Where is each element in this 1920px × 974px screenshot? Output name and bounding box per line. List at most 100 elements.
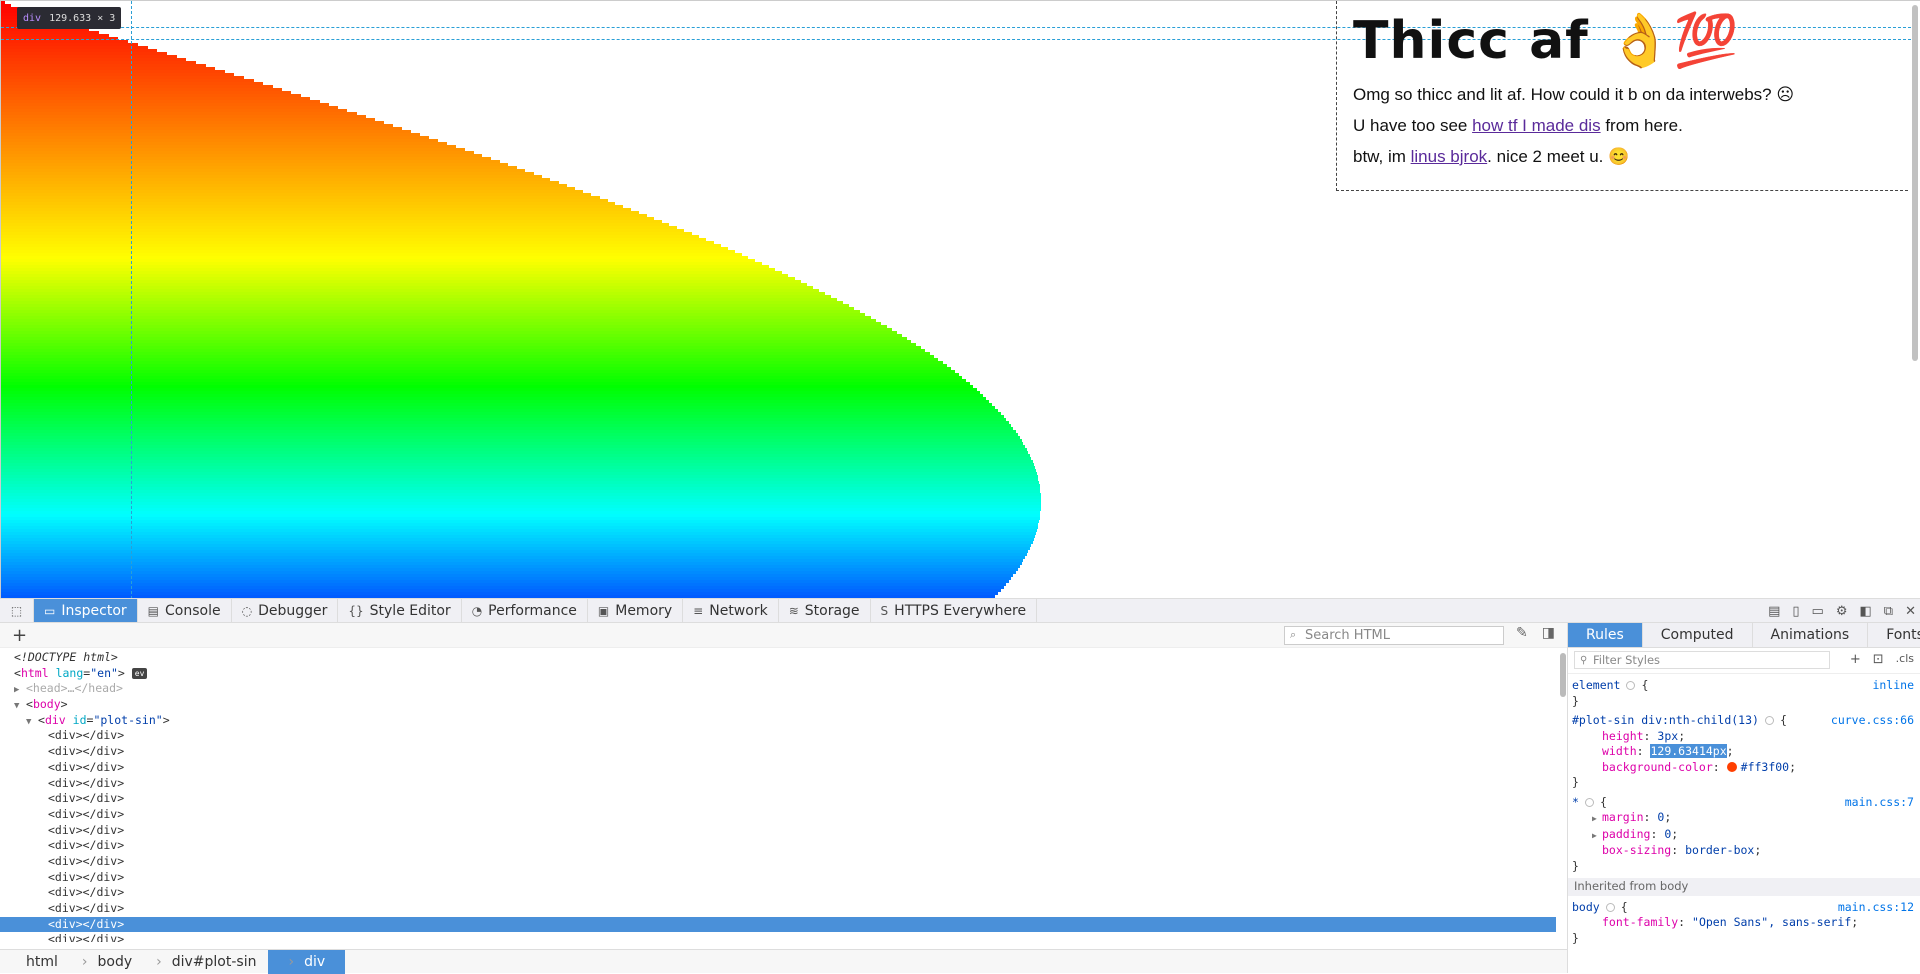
close-icon[interactable]: ✕ xyxy=(1905,604,1916,619)
add-node-icon[interactable]: + xyxy=(12,625,27,646)
tree-child-div[interactable]: <div></div> xyxy=(0,776,1556,792)
tab-memory[interactable]: ▣ Memory xyxy=(588,599,684,622)
tree-child-div[interactable]: <div></div> xyxy=(0,932,1556,942)
devtools-toolbar-right: ▤ ▯ ▭ ⚙ ◧ ⧉ ✕ xyxy=(1768,599,1916,623)
breadcrumb: htmlbodydiv#plot-sindiv xyxy=(0,949,1567,974)
sidebar-tab-animations[interactable]: Animations xyxy=(1753,623,1869,647)
frame-select-icon[interactable]: ▤ xyxy=(1768,604,1780,619)
tree-plot-sin[interactable]: ▼ <div id="plot-sin"> xyxy=(0,713,1556,729)
settings-icon[interactable]: ⚙ xyxy=(1836,604,1848,619)
tab-performance[interactable]: ◔ Performance xyxy=(462,599,588,622)
performance-icon: ◔ xyxy=(471,603,483,618)
devtools-tabbar: ⬚ ▭ Inspector ▤ Console ◌ Debugger{} Style Edi… xyxy=(0,599,1920,623)
picker-icon: ⬚ xyxy=(10,603,23,618)
tree-child-div[interactable]: <div></div> xyxy=(0,791,1556,807)
style-editor-icon: {} xyxy=(348,603,364,618)
node-infobar: div 129.633 × 3 xyxy=(17,7,122,29)
breadcrumb-item[interactable]: div#plot-sin xyxy=(144,950,268,974)
search-icon: ⌕ xyxy=(1290,628,1297,641)
tab-debugger[interactable]: ◌ Debugger xyxy=(232,599,339,622)
info-line-1: Omg so thicc and lit af. How could it b … xyxy=(1353,85,1795,104)
breadcrumb-item[interactable]: div xyxy=(268,949,346,974)
tab-https-everywhere[interactable]: S HTTPS Everywhere xyxy=(871,599,1038,622)
markup-pane: + ⌕ Search HTML ✎ ◨ <!DOCTYPE html> <htm… xyxy=(0,623,1568,974)
rule-source[interactable]: main.css:7 xyxy=(1845,795,1914,811)
sidebar-tabs: RulesComputedAnimationsFonts xyxy=(1568,623,1920,648)
tree-child-div[interactable]: <div></div> xyxy=(0,901,1556,917)
tree-child-div[interactable]: <div></div> xyxy=(0,807,1556,823)
expand-arrow-icon[interactable]: ▶ xyxy=(1592,811,1602,827)
element-picker-button[interactable]: ⬚ xyxy=(0,599,34,622)
expand-arrow-icon[interactable]: ▶ xyxy=(1592,828,1602,844)
tree-child-div[interactable]: <div></div> xyxy=(0,760,1556,776)
tree-child-div[interactable]: <div></div> xyxy=(0,744,1556,760)
tree-child-div[interactable]: <div></div> xyxy=(0,823,1556,839)
highlight-guide-right xyxy=(131,1,132,598)
tree-child-div[interactable]: <div></div> xyxy=(0,885,1556,901)
rule-source[interactable]: curve.css:66 xyxy=(1831,713,1914,729)
network-icon: ≡ xyxy=(693,603,704,618)
width-value-editor[interactable]: 129.63414px xyxy=(1650,744,1727,758)
filter-bar: ⚲ Filter Styles + ⊡ .cls xyxy=(1568,648,1920,674)
rule-toggle-icon[interactable] xyxy=(1584,797,1594,807)
sidebar-tab-computed[interactable]: Computed xyxy=(1643,623,1753,647)
tab-inspector[interactable]: ▭ Inspector xyxy=(34,599,138,622)
tree-head[interactable]: ▶ <head>…</head> xyxy=(0,681,1556,697)
rule-toggle-icon[interactable] xyxy=(1764,716,1774,725)
sidebar-tab-rules[interactable]: Rules xyxy=(1568,623,1643,647)
infobar-tag: div xyxy=(23,12,42,24)
page-viewport: div 129.633 × 3 Thicc af 👌💯 Omg so thicc… xyxy=(0,0,1920,598)
inspector-icon: ▭ xyxy=(44,603,56,618)
toggle-sidebar-icon[interactable]: ◨ xyxy=(1542,625,1555,641)
breadcrumb-item[interactable]: body xyxy=(70,950,144,974)
rule-source[interactable]: main.css:12 xyxy=(1838,900,1914,916)
page-scrollbar[interactable] xyxy=(1912,5,1918,361)
tree-child-div[interactable]: <div></div> xyxy=(0,728,1556,744)
memory-icon: ▣ xyxy=(597,603,610,618)
info-box: Thicc af 👌💯 Omg so thicc and lit af. How… xyxy=(1336,1,1908,191)
storage-icon: ≋ xyxy=(788,603,799,618)
collapse-arrow-icon[interactable]: ▼ xyxy=(26,715,38,731)
rule-toggle-icon[interactable] xyxy=(1605,902,1615,912)
tree-body[interactable]: ▼ <body> xyxy=(0,697,1556,713)
infobar-size: 129.633 × 3 xyxy=(49,12,116,24)
tab-style-editor[interactable]: {} Style Editor xyxy=(338,599,462,622)
eyedropper-icon[interactable]: ✎ xyxy=(1516,625,1528,641)
rule-toggle-icon[interactable] xyxy=(1626,681,1636,690)
collapse-arrow-icon[interactable]: ▼ xyxy=(14,699,26,715)
tree-html[interactable]: <html lang="en"> ev xyxy=(0,666,1556,682)
rules-list: element{inline } #plot-sin div:nth-child… xyxy=(1568,674,1920,946)
info-line-3: btw, im linus bjrok. nice 2 meet u. 😊 xyxy=(1353,147,1630,166)
inherited-header: Inherited from body xyxy=(1568,878,1920,896)
tree-child-div[interactable]: <div></div> xyxy=(0,854,1556,870)
markup-toolbar: + ⌕ Search HTML ✎ ◨ xyxy=(0,623,1567,648)
tree-doctype[interactable]: <!DOCTYPE html> xyxy=(0,650,1556,666)
cls-toggle[interactable]: .cls xyxy=(1896,652,1914,667)
screenshot-icon[interactable]: ▭ xyxy=(1812,604,1824,619)
info-line-2: U have too see how tf I made dis from he… xyxy=(1353,116,1683,135)
responsive-icon[interactable]: ▯ xyxy=(1792,604,1799,619)
tab-network[interactable]: ≡ Network xyxy=(683,599,779,622)
tree-scrollbar[interactable] xyxy=(1559,653,1567,943)
rule-source[interactable]: inline xyxy=(1872,678,1914,694)
debugger-icon: ◌ xyxy=(241,603,253,618)
tree-child-div[interactable]: <div></div> xyxy=(0,870,1556,886)
search-html-input[interactable]: ⌕ Search HTML xyxy=(1284,626,1504,645)
undock-icon[interactable]: ⧉ xyxy=(1884,604,1893,619)
breadcrumb-item[interactable]: html xyxy=(14,950,70,974)
tree-child-div[interactable]: <div></div> xyxy=(0,916,1556,933)
tab-console[interactable]: ▤ Console xyxy=(138,599,232,622)
author-link[interactable]: linus bjrok xyxy=(1411,147,1488,166)
toggle-pseudo-icon[interactable]: ⊡ xyxy=(1873,652,1884,667)
color-swatch[interactable] xyxy=(1726,762,1737,772)
tree-child-div[interactable]: <div></div> xyxy=(0,838,1556,854)
sidebar-tab-fonts[interactable]: Fonts xyxy=(1868,623,1920,647)
how-made-link[interactable]: how tf I made dis xyxy=(1472,116,1601,135)
filter-icon: ⚲ xyxy=(1580,654,1588,666)
tab-storage[interactable]: ≋ Storage xyxy=(779,599,871,622)
dock-side-icon[interactable]: ◧ xyxy=(1860,604,1872,619)
filter-styles-input[interactable]: ⚲ Filter Styles xyxy=(1574,651,1830,669)
devtools-panel: ⬚ ▭ Inspector ▤ Console ◌ Debugger{} Style Edi… xyxy=(0,598,1920,974)
event-badge[interactable]: ev xyxy=(131,667,148,679)
add-rule-icon[interactable]: + xyxy=(1850,652,1861,667)
